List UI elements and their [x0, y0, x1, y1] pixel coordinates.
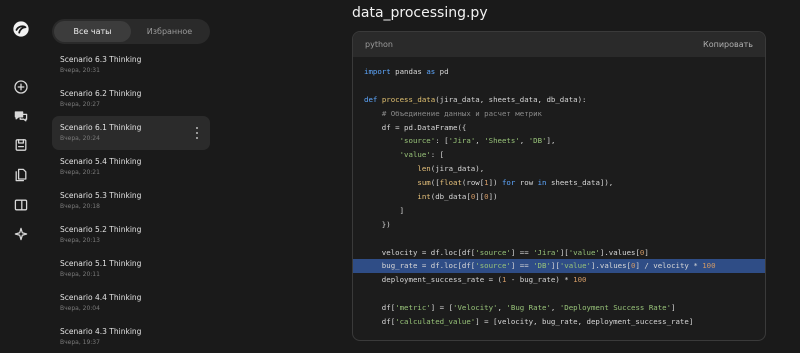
chat-item[interactable]: Scenario 5.1 Thinking Вчера, 20:11	[52, 252, 210, 286]
chat-sidebar: Все чаты Избранное Scenario 6.3 Thinking…	[42, 0, 222, 353]
chat-date: Вчера, 20:13	[60, 237, 100, 244]
code-line[interactable]	[364, 329, 765, 340]
chats-icon[interactable]	[12, 107, 30, 125]
code-language-label: python	[365, 40, 393, 49]
code-block-header: python Копировать	[353, 32, 765, 57]
saved-icon[interactable]	[12, 136, 30, 154]
code-line[interactable]: def process_data(jira_data, sheets_data,…	[364, 93, 765, 107]
app-logo-icon[interactable]	[12, 20, 30, 38]
sparkle-icon[interactable]	[12, 225, 30, 243]
code-line[interactable]: df['metric'] = ['Velocity', 'Bug Rate', …	[364, 301, 765, 315]
chat-list: Scenario 6.3 Thinking Вчера, 20:31 Scena…	[52, 48, 210, 353]
chat-item[interactable]: Scenario 5.3 Thinking Вчера, 20:18	[52, 184, 210, 218]
chat-title: Scenario 4.3 Thinking	[60, 327, 142, 336]
code-line[interactable]: int(db_data[0][0])	[364, 190, 765, 204]
code-line[interactable]	[364, 79, 765, 93]
code-line[interactable]: deployment_success_rate = (1 - bug_rate)…	[364, 273, 765, 287]
chat-item[interactable]: Scenario 5.2 Thinking Вчера, 20:13	[52, 218, 210, 252]
code-line[interactable]: len(jira_data),	[364, 162, 765, 176]
chat-date: Вчера, 20:18	[60, 203, 100, 210]
chat-filter-toggle: Все чаты Избранное	[52, 19, 210, 44]
code-line[interactable]	[364, 287, 765, 301]
chat-date: Вчера, 20:11	[60, 271, 100, 278]
code-line[interactable]: import pandas as pd	[364, 65, 765, 79]
chat-item[interactable]: Scenario 4.4 Thinking Вчера, 20:04	[52, 286, 210, 320]
copy-button[interactable]: Копировать	[703, 40, 753, 49]
new-chat-icon[interactable]	[12, 78, 30, 96]
chat-date: Вчера, 20:27	[60, 101, 100, 108]
code-line[interactable]: df = pd.DataFrame({	[364, 121, 765, 135]
tab-all-chats[interactable]: Все чаты	[54, 21, 131, 42]
code-line[interactable]: # Объединение данных и расчет метрик	[364, 107, 765, 121]
chat-title: Scenario 5.1 Thinking	[60, 259, 142, 268]
chat-date: Вчера, 19:37	[60, 339, 100, 346]
code-line[interactable]: })	[364, 218, 765, 232]
code-content[interactable]: import pandas as pd def process_data(jir…	[353, 57, 765, 340]
code-block: python Копировать import pandas as pd de…	[352, 31, 766, 341]
code-line[interactable]: velocity = df.loc[df['source'] == 'Jira'…	[364, 246, 765, 260]
chat-item[interactable]: Scenario 4.3 Thinking Вчера, 19:37	[52, 320, 210, 353]
code-line[interactable]: df['calculated_value'] = [velocity, bug_…	[364, 315, 765, 329]
chat-title: Scenario 5.4 Thinking	[60, 157, 142, 166]
file-title: data_processing.py	[352, 5, 488, 21]
chat-item[interactable]: Scenario 6.2 Thinking Вчера, 20:27	[52, 82, 210, 116]
documents-icon[interactable]	[12, 166, 30, 184]
code-line[interactable]: sum([float(row[1]) for row in sheets_dat…	[364, 176, 765, 190]
code-line[interactable]: 'value': [	[364, 148, 765, 162]
main-content: data_processing.py python Копировать imp…	[222, 0, 800, 353]
chat-title: Scenario 6.2 Thinking	[60, 89, 142, 98]
chat-title: Scenario 4.4 Thinking	[60, 293, 142, 302]
chat-date: Вчера, 20:21	[60, 169, 100, 176]
chat-title: Scenario 5.3 Thinking	[60, 191, 142, 200]
chat-title: Scenario 5.2 Thinking	[60, 225, 142, 234]
chat-title: Scenario 6.1 Thinking	[60, 123, 142, 132]
tab-favorites[interactable]: Избранное	[131, 21, 208, 42]
code-line[interactable]: 'source': ['Jira', 'Sheets', 'DB'],	[364, 134, 765, 148]
chat-title: Scenario 6.3 Thinking	[60, 55, 142, 64]
icon-rail	[0, 0, 42, 353]
more-options-icon[interactable]	[194, 127, 200, 139]
chat-item-active[interactable]: Scenario 6.1 Thinking Вчера, 20:24	[52, 116, 210, 150]
chat-date: Вчера, 20:04	[60, 305, 100, 312]
chat-item[interactable]: Scenario 5.4 Thinking Вчера, 20:21	[52, 150, 210, 184]
panels-icon[interactable]	[12, 196, 30, 214]
chat-item[interactable]: Scenario 6.3 Thinking Вчера, 20:31	[52, 48, 210, 82]
code-line[interactable]	[364, 232, 765, 246]
chat-date: Вчера, 20:24	[60, 135, 100, 142]
code-line-selected[interactable]: bug_rate = df.loc[df['source'] == 'DB'][…	[353, 259, 765, 274]
chat-date: Вчера, 20:31	[60, 67, 100, 74]
code-line[interactable]: ]	[364, 204, 765, 218]
